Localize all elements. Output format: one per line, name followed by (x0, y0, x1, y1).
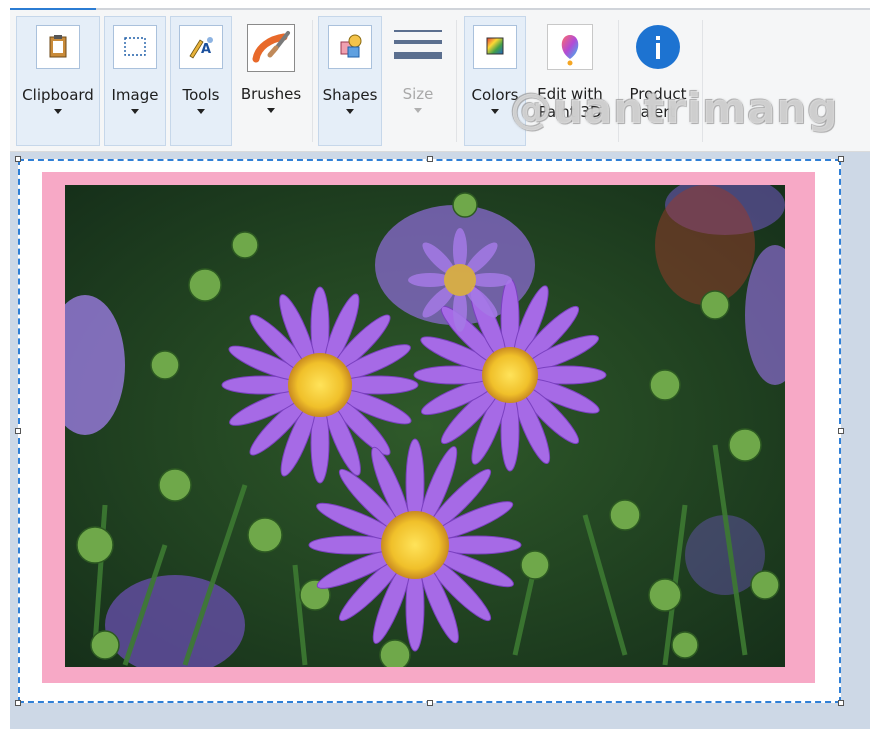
clipboard-group[interactable]: Clipboard (16, 16, 100, 146)
color-palette-icon (473, 25, 517, 69)
info-icon (635, 24, 681, 70)
resize-handle-top-right[interactable] (838, 156, 844, 162)
tools-group[interactable]: A Tools (170, 16, 232, 146)
alert-label: alert (640, 103, 676, 121)
chevron-down-icon (267, 108, 275, 113)
ribbon-separator (702, 20, 703, 142)
clipboard-icon (36, 25, 80, 69)
window-edge (0, 152, 10, 729)
edit-with-label: Edit with (537, 85, 603, 103)
resize-handle-right[interactable] (838, 428, 844, 434)
image-group[interactable]: Image (104, 16, 166, 146)
brush-icon (247, 24, 295, 72)
product-alert-button[interactable]: Product alert (622, 16, 694, 146)
colors-label: Colors (471, 86, 519, 104)
edit-with-paint3d-button[interactable]: Edit with Paint 3D (532, 16, 608, 146)
size-group: Size (386, 16, 450, 146)
resize-handle-top-left[interactable] (15, 156, 21, 162)
paint3d-label: Paint 3D (538, 103, 602, 121)
colors-group[interactable]: Colors (464, 16, 526, 146)
line-size-icon (393, 24, 443, 68)
shapes-group[interactable]: Shapes (318, 16, 382, 146)
ribbon-top-line (10, 8, 870, 10)
brushes-group[interactable]: Brushes (236, 16, 306, 146)
brushes-label: Brushes (240, 85, 302, 103)
chevron-down-icon (131, 109, 139, 114)
image-label: Image (111, 86, 159, 104)
pencil-tools-icon: A (179, 25, 223, 69)
shapes-label: Shapes (322, 86, 378, 104)
resize-handle-left[interactable] (15, 428, 21, 434)
chevron-down-icon (414, 108, 422, 113)
selection-icon (113, 25, 157, 69)
ribbon-separator (312, 20, 313, 142)
resize-handle-bottom-right[interactable] (838, 700, 844, 706)
shapes-icon (328, 25, 372, 69)
chevron-down-icon (491, 109, 499, 114)
size-label: Size (402, 85, 434, 103)
product-label: Product (629, 85, 687, 103)
chevron-down-icon (54, 109, 62, 114)
clipboard-label: Clipboard (22, 86, 94, 104)
ribbon-separator (456, 20, 457, 142)
ribbon: Clipboard Image A Tools Brushes Shapes S… (10, 8, 870, 152)
tools-label: Tools (182, 86, 220, 104)
resize-handle-bottom[interactable] (427, 700, 433, 706)
chevron-down-icon (346, 109, 354, 114)
paint3d-icon (547, 24, 593, 70)
ribbon-separator (618, 20, 619, 142)
svg-text:A: A (201, 42, 211, 57)
selection-border (18, 159, 841, 703)
resize-handle-top[interactable] (427, 156, 433, 162)
resize-handle-bottom-left[interactable] (15, 700, 21, 706)
chevron-down-icon (197, 109, 205, 114)
